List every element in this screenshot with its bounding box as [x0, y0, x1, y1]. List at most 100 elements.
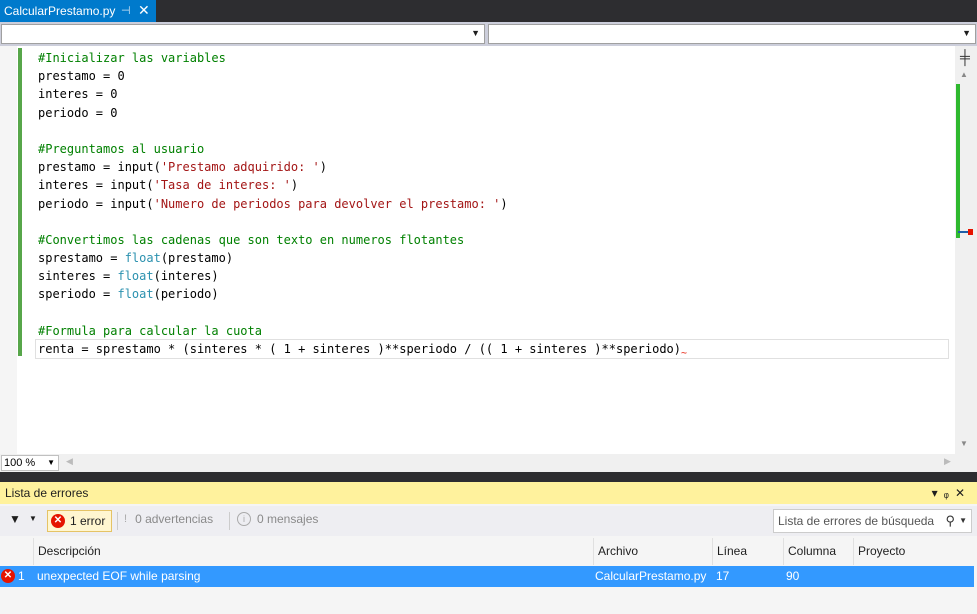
code-builtin: float	[117, 269, 154, 284]
error-icon: ✕	[1, 569, 15, 583]
code-line[interactable]: #Preguntamos al usuario	[38, 140, 948, 158]
code-editor[interactable]: #Inicializar las variables prestamo = 0 in…	[0, 46, 977, 454]
code-token: periodo = 0	[38, 105, 118, 120]
code-token: interes = 0	[38, 87, 118, 102]
grid-header: Descripción Archivo Línea Columna Proyec…	[0, 538, 977, 565]
row-file: CalcularPrestamo.py	[595, 569, 707, 583]
warning-icon: !	[124, 513, 128, 525]
error-list-panel: Lista de errores ▾ᵩ✕ ▼ ▼ ✕ 1 error ! 0 a…	[0, 482, 977, 614]
column-header-project[interactable]: Proyecto	[854, 538, 977, 565]
toolbar-separator	[117, 512, 118, 530]
errors-count-label: 1 error	[70, 514, 106, 528]
error-search-input[interactable]: Lista de errores de búsqueda ⚲ ▼	[773, 509, 972, 533]
scroll-right-icon[interactable]: ▶	[944, 456, 951, 467]
pin-icon[interactable]: ⊣	[121, 4, 131, 17]
column-header-line[interactable]: Línea	[713, 538, 784, 565]
code-line[interactable]: #Inicializar las variables	[38, 49, 948, 67]
scroll-up-icon[interactable]: ▲	[960, 70, 968, 79]
code-comment: #Convertimos las cadenas que son texto e…	[38, 232, 465, 247]
code-token: renta = sprestamo * (sinteres * ( 1 + si…	[38, 342, 681, 356]
member-dropdown[interactable]: ▼	[488, 24, 976, 44]
horizontal-scrollbar[interactable]: 100 % ▼ ◀ ▶	[0, 454, 977, 472]
code-line[interactable]: periodo = input('Numero de periodos para…	[38, 195, 948, 213]
code-token: (interes)	[153, 269, 219, 284]
scroll-left-icon[interactable]: ◀	[66, 456, 73, 467]
info-icon: i	[237, 512, 251, 526]
code-token: interes = input(	[38, 178, 154, 193]
code-token: )	[500, 196, 508, 211]
code-line[interactable]: speriodo = float(periodo)	[38, 285, 948, 303]
pin-icon[interactable]: ᵩ	[944, 486, 955, 500]
chevron-down-icon: ▼	[471, 28, 480, 38]
change-tracking-bar	[18, 48, 22, 356]
error-list-header: Lista de errores ▾ᵩ✕	[0, 482, 977, 504]
filter-icon[interactable]: ▼	[9, 512, 21, 526]
code-text[interactable]: #Inicializar las variables prestamo = 0 in…	[35, 49, 949, 360]
code-line[interactable]	[38, 213, 948, 231]
code-line[interactable]: prestamo = 0	[38, 67, 948, 85]
code-token: periodo = input(	[38, 196, 154, 211]
code-token: speriodo =	[38, 287, 118, 302]
chevron-down-icon[interactable]: ▼	[959, 510, 967, 532]
code-line[interactable]: renta = sprestamo * (sinteres * ( 1 + si…	[35, 338, 949, 360]
search-placeholder: Lista de errores de búsqueda	[778, 514, 935, 528]
code-builtin: float	[124, 251, 161, 266]
code-token: sinteres =	[38, 269, 118, 284]
code-line[interactable]: interes = input('Tasa de interes: ')	[38, 176, 948, 194]
code-comment: #Formula para calcular la cuota	[38, 323, 262, 338]
table-row[interactable]: ✕ 1 unexpected EOF while parsing Calcula…	[0, 566, 974, 587]
code-token: prestamo = 0	[38, 69, 125, 84]
code-comment: #Inicializar las variables	[38, 51, 226, 65]
column-header-icon[interactable]	[0, 538, 34, 565]
split-window-icon[interactable]: ╪	[957, 49, 973, 65]
code-line[interactable]: #Convertimos las cadenas que son texto e…	[38, 231, 948, 249]
chevron-down-icon[interactable]: ▼	[29, 514, 37, 523]
code-token: (periodo)	[153, 287, 219, 302]
code-comment: #Preguntamos al usuario	[38, 141, 205, 156]
column-header-file[interactable]: Archivo	[594, 538, 713, 565]
error-list-toolbar: ▼ ▼ ✕ 1 error ! 0 advertencias i 0 mensa…	[0, 506, 977, 536]
chevron-down-icon: ▼	[962, 28, 971, 38]
tab-calcularprestamo[interactable]: CalcularPrestamo.py ⊣ ✕	[0, 0, 156, 22]
code-line[interactable]: interes = 0	[38, 85, 948, 103]
messages-count-label: 0 mensajes	[257, 512, 319, 526]
error-icon: ✕	[51, 514, 65, 528]
close-icon[interactable]: ✕	[955, 486, 971, 500]
chevron-down-icon: ▼	[47, 458, 55, 467]
code-token: (prestamo)	[160, 251, 234, 266]
errors-filter-button[interactable]: ✕ 1 error	[47, 510, 112, 532]
close-icon[interactable]: ✕	[138, 2, 150, 19]
zoom-dropdown[interactable]: 100 % ▼	[1, 455, 59, 471]
code-line[interactable]: sprestamo = float(prestamo)	[38, 249, 948, 267]
warnings-count-label: 0 advertencias	[135, 512, 214, 526]
code-string: 'Prestamo adquirido: '	[160, 160, 320, 175]
error-squiggle-icon[interactable]: ~	[681, 348, 687, 359]
panel-menu-icon[interactable]: ▾	[932, 486, 944, 500]
row-number: 1	[18, 569, 25, 583]
code-line[interactable]: sinteres = float(interes)	[38, 267, 948, 285]
scrollbar-error-marker	[968, 229, 973, 235]
column-header-column[interactable]: Columna	[784, 538, 854, 565]
code-line[interactable]: prestamo = input('Prestamo adquirido: ')	[38, 158, 948, 176]
row-description: unexpected EOF while parsing	[37, 569, 201, 583]
vertical-scrollbar[interactable]: ╪ ▲ ▼	[955, 46, 977, 454]
code-line[interactable]	[38, 122, 948, 140]
messages-filter-button[interactable]: i 0 mensajes	[237, 512, 318, 526]
panel-splitter[interactable]	[0, 472, 977, 482]
code-line[interactable]: #Formula para calcular la cuota	[38, 322, 948, 340]
panel-title: Lista de errores	[5, 486, 89, 500]
code-line[interactable]	[38, 304, 948, 322]
warnings-filter-button[interactable]: ! 0 advertencias	[124, 512, 213, 526]
editor-gutter	[0, 46, 17, 454]
toolbar-separator	[229, 512, 230, 530]
column-header-description[interactable]: Descripción	[34, 538, 594, 565]
row-line: 17	[716, 569, 730, 583]
code-token: prestamo = input(	[38, 160, 161, 175]
search-icon[interactable]: ⚲	[945, 510, 955, 532]
zoom-value: 100 %	[4, 457, 36, 469]
code-token: sprestamo =	[38, 251, 125, 266]
code-builtin: float	[117, 287, 154, 302]
code-line[interactable]: periodo = 0	[38, 104, 948, 122]
scroll-down-icon[interactable]: ▼	[960, 439, 968, 448]
scope-dropdown[interactable]: ▼	[1, 24, 485, 44]
